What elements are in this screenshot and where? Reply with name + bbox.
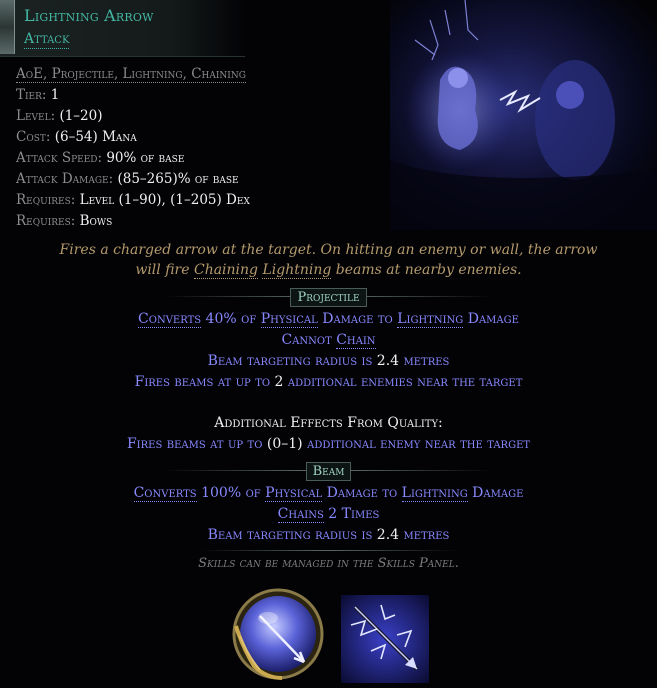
projectile-section-header: Projectile [0,286,657,308]
stat-attack-damage: Attack Damage: (85–265)% of base [16,171,239,187]
lightning-damage-link[interactable]: Lightning [397,311,464,328]
stat-level: Level: (1–20) [16,108,103,124]
chaining-link[interactable]: Chaining [193,262,259,279]
lightning-damage-link[interactable]: Lightning [401,485,468,502]
lightning-link[interactable]: Lightning [262,262,332,279]
converts-link[interactable]: Converts [138,311,202,328]
stat-requires-level: Requires: Level (1–90), (1–205) Dex [16,192,250,208]
skill-title: Lightning Arrow [24,6,154,25]
skills-panel-hint: Skills can be managed in the Skills Pane… [198,556,459,571]
chains-link[interactable]: Chains [277,506,324,523]
skill-description: Fires a charged arrow at the target. On … [59,242,598,279]
quality-mod-beams: Fires beams at up to (0–1) additional en… [126,436,531,452]
projectile-mod-convert: Converts 40% of Physical Damage to Light… [138,311,519,328]
stat-attack-speed: Attack Speed: 90% of base [16,150,185,166]
header-ornament [0,0,15,54]
physical-link[interactable]: Physical [260,311,318,328]
projectile-mod-cannot-chain: Cannot Chain [281,332,376,349]
lightning-arrow-skill-icon [341,595,429,683]
skill-art-illustration [390,0,657,230]
converts-link[interactable]: Converts [133,485,197,502]
beam-section-header: Beam [0,460,657,482]
skill-tags[interactable]: AoE, Projectile, Lightning, Chaining [16,66,246,83]
lightning-arrow-gem-icon [230,586,326,682]
physical-link[interactable]: Physical [265,485,323,502]
stat-cost: Cost: (6–54) Mana [16,129,137,145]
projectile-mod-beams: Fires beams at up to 2 additional enemie… [134,374,523,390]
skill-type-link[interactable]: Attack [24,31,70,49]
stats-block: AoE, Projectile, Lightning, Chaining Tie… [16,64,376,232]
beam-mod-radius: Beam targeting radius is 2.4 metres [207,527,450,543]
projectile-mod-radius: Beam targeting radius is 2.4 metres [207,353,450,369]
quality-heading: Additional Effects From Quality: [214,415,443,431]
beam-mod-chains: Chains 2 Times [277,506,380,523]
skill-tooltip: Lightning Arrow Attack AoE, Projectile, … [0,0,657,688]
tooltip-header: Lightning Arrow Attack [0,0,245,57]
beam-mod-convert: Converts 100% of Physical Damage to Ligh… [133,485,524,502]
chain-link[interactable]: Chain [336,332,376,349]
stat-requires-weapon: Requires: Bows [16,213,113,229]
stat-tier: Tier: 1 [16,87,60,103]
footer-divider [200,550,457,551]
